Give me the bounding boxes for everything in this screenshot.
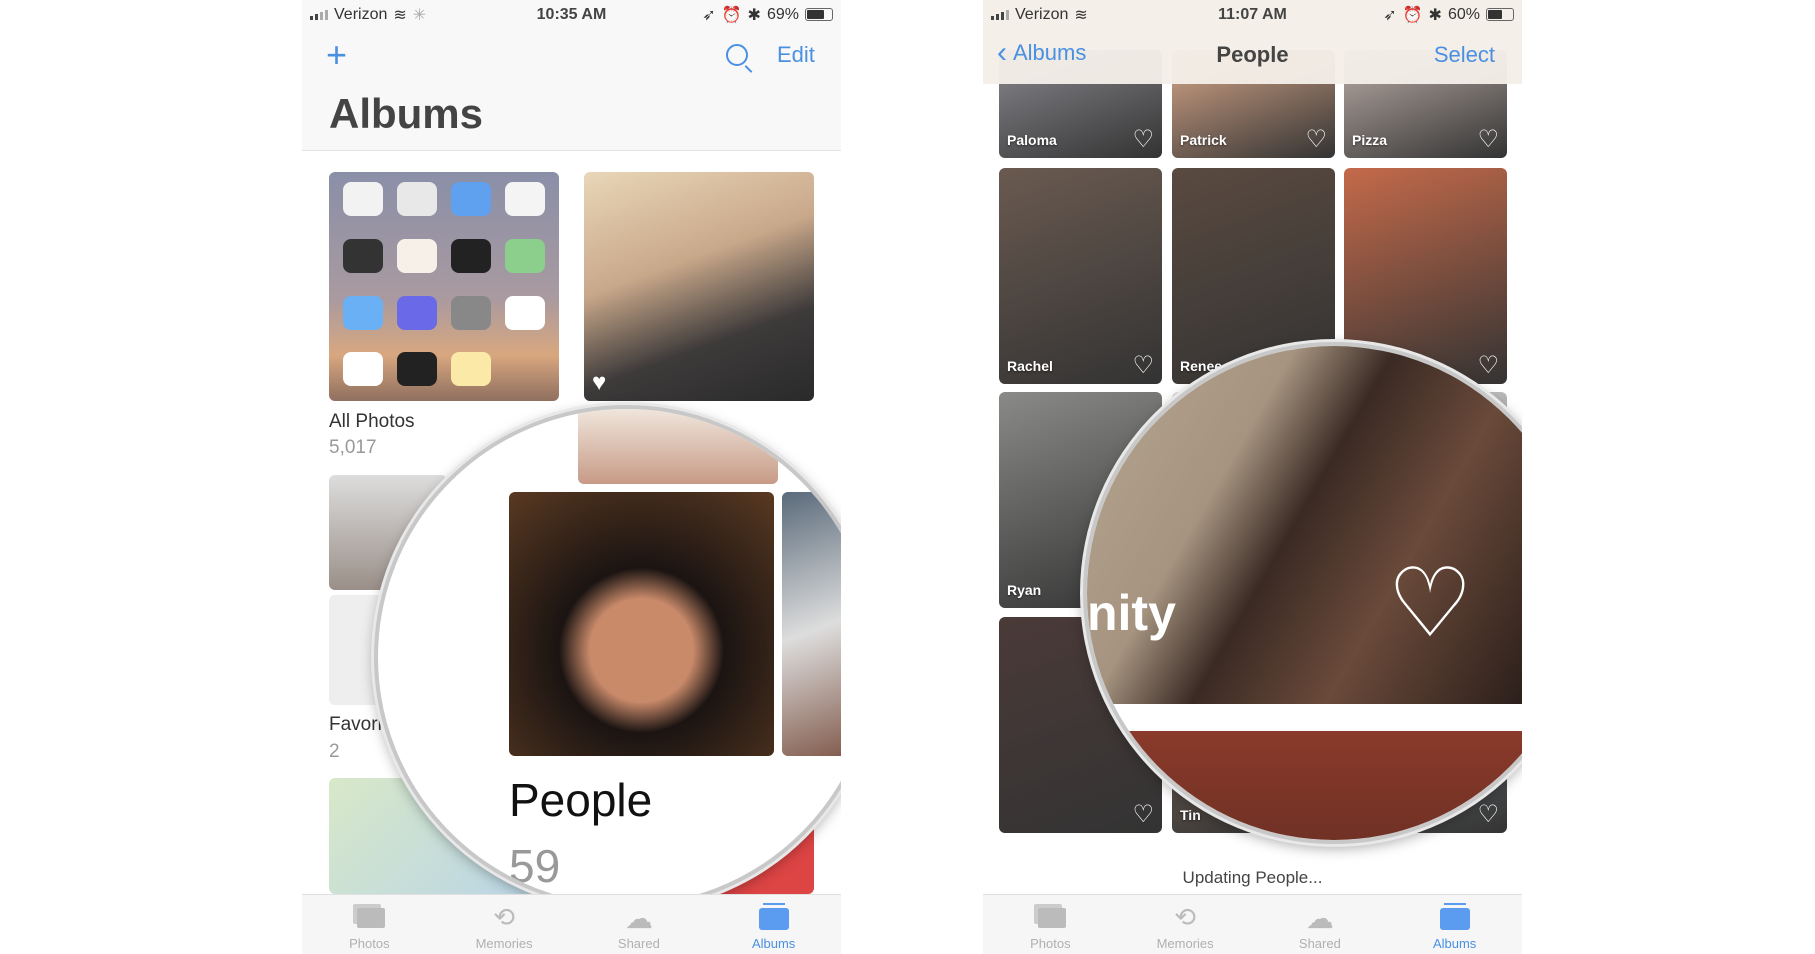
alarm-icon: ⏰ — [1402, 6, 1423, 24]
status-bar: Verizon ≋ 11:07 AM ➶ ⏰ ✱ 60% — [983, 0, 1522, 29]
wifi-icon: ≋ — [1074, 6, 1088, 24]
battery-percent: 69% — [766, 5, 799, 23]
bluetooth-icon: ✱ — [747, 6, 761, 24]
tab-label: Memories — [475, 936, 533, 951]
status-bar: Verizon ≋ ✳ 10:35 AM ➶ ⏰ ✱ 69% — [302, 0, 841, 29]
person-name: Ryan — [1007, 582, 1042, 598]
tab-label: Albums — [1432, 936, 1477, 951]
bluetooth-icon: ✱ — [1428, 6, 1442, 24]
album-thumbnail — [578, 409, 778, 484]
tab-label: Albums — [751, 936, 796, 951]
tab-label: Shared — [617, 936, 660, 951]
person-name: Rachel — [1007, 358, 1053, 374]
favorite-heart-icon[interactable]: ♡ — [1477, 128, 1499, 152]
person-name: Patrick — [1180, 132, 1227, 148]
favorite-heart-icon: ♥ — [592, 369, 607, 396]
tab-bar: Photos ⟲ Memories ☁ Shared Albums — [302, 894, 841, 954]
tab-label: Memories — [1156, 936, 1214, 951]
person-name: Pizza — [1352, 132, 1388, 148]
memories-icon: ⟲ — [493, 902, 516, 932]
clock: 10:35 AM — [536, 5, 607, 23]
activity-icon: ✳ — [412, 6, 427, 24]
tab-albums[interactable]: Albums — [1387, 895, 1522, 954]
tab-photos[interactable]: Photos — [302, 895, 437, 954]
memories-icon: ⟲ — [1174, 902, 1197, 932]
location-icon: ➶ — [1383, 6, 1397, 24]
albums-icon — [1437, 902, 1473, 930]
tab-albums[interactable]: Albums — [706, 895, 841, 954]
people-album-thumbnail[interactable] — [509, 492, 774, 756]
people-album-count: 59 — [509, 840, 561, 892]
tab-label: Shared — [1298, 936, 1341, 951]
magnifier-favorite: nity ♡ — [1083, 342, 1522, 844]
updating-status: Updating People... — [1182, 868, 1323, 887]
signal-icon — [991, 9, 1009, 20]
album-name: All Photos — [329, 411, 415, 432]
location-icon: ➶ — [702, 6, 716, 24]
album-favorites-thumbnail[interactable]: ♥ — [584, 172, 814, 401]
album-count: 5,017 — [329, 437, 377, 458]
album-name: Favori — [329, 714, 382, 735]
album-thumbnail[interactable] — [782, 492, 841, 756]
album-all-photos-thumbnail[interactable] — [329, 172, 559, 401]
tab-photos[interactable]: Photos — [983, 895, 1118, 954]
photos-icon — [351, 902, 387, 930]
battery-percent: 60% — [1447, 5, 1480, 23]
favorite-heart-icon[interactable]: ♡ — [1132, 128, 1154, 152]
tab-shared[interactable]: ☁ Shared — [1253, 895, 1388, 954]
add-album-button[interactable]: + — [326, 34, 347, 76]
search-button[interactable] — [726, 44, 753, 73]
person-thumbnail: nity ♡ — [1087, 346, 1522, 704]
battery-icon — [1485, 8, 1514, 21]
people-screen: Paloma♡Patrick♡Pizza♡Rachel♡Renee♡♡Ryan♡… — [983, 0, 1522, 954]
clock: 11:07 AM — [1218, 5, 1287, 23]
carrier: Verizon — [1015, 5, 1069, 23]
tab-label: Photos — [349, 936, 390, 951]
person-name: Paloma — [1007, 132, 1057, 148]
battery-icon — [804, 8, 833, 21]
cloud-icon: ☁ — [624, 903, 653, 934]
alarm-icon: ⏰ — [721, 6, 742, 24]
wifi-icon: ≋ — [393, 6, 407, 24]
select-button[interactable]: Select — [1434, 42, 1495, 68]
favorite-heart-icon[interactable]: ♡ — [1387, 556, 1473, 652]
album-count: 2 — [329, 741, 340, 762]
person-name-partial: nity — [1087, 585, 1176, 641]
tab-memories[interactable]: ⟲ Memories — [437, 895, 572, 954]
tab-shared[interactable]: ☁ Shared — [572, 895, 707, 954]
photos-icon — [1032, 902, 1068, 930]
carrier: Verizon — [334, 5, 388, 23]
person-thumbnail — [1087, 731, 1522, 840]
albums-icon — [756, 902, 792, 930]
people-album-name: People — [509, 774, 653, 826]
tab-label: Photos — [1030, 936, 1071, 951]
albums-screen: Verizon ≋ ✳ 10:35 AM ➶ ⏰ ✱ 69% + Edit Albums … — [302, 0, 841, 954]
tab-memories[interactable]: ⟲ Memories — [1118, 895, 1253, 954]
signal-icon — [310, 9, 328, 20]
tab-bar: Photos ⟲ Memories ☁ Shared Albums — [983, 894, 1522, 954]
app-grid-preview — [343, 182, 545, 391]
page-title: Albums — [329, 90, 484, 137]
cloud-icon: ☁ — [1305, 903, 1334, 934]
edit-button[interactable]: Edit — [777, 42, 815, 68]
favorite-heart-icon[interactable]: ♡ — [1305, 128, 1327, 152]
